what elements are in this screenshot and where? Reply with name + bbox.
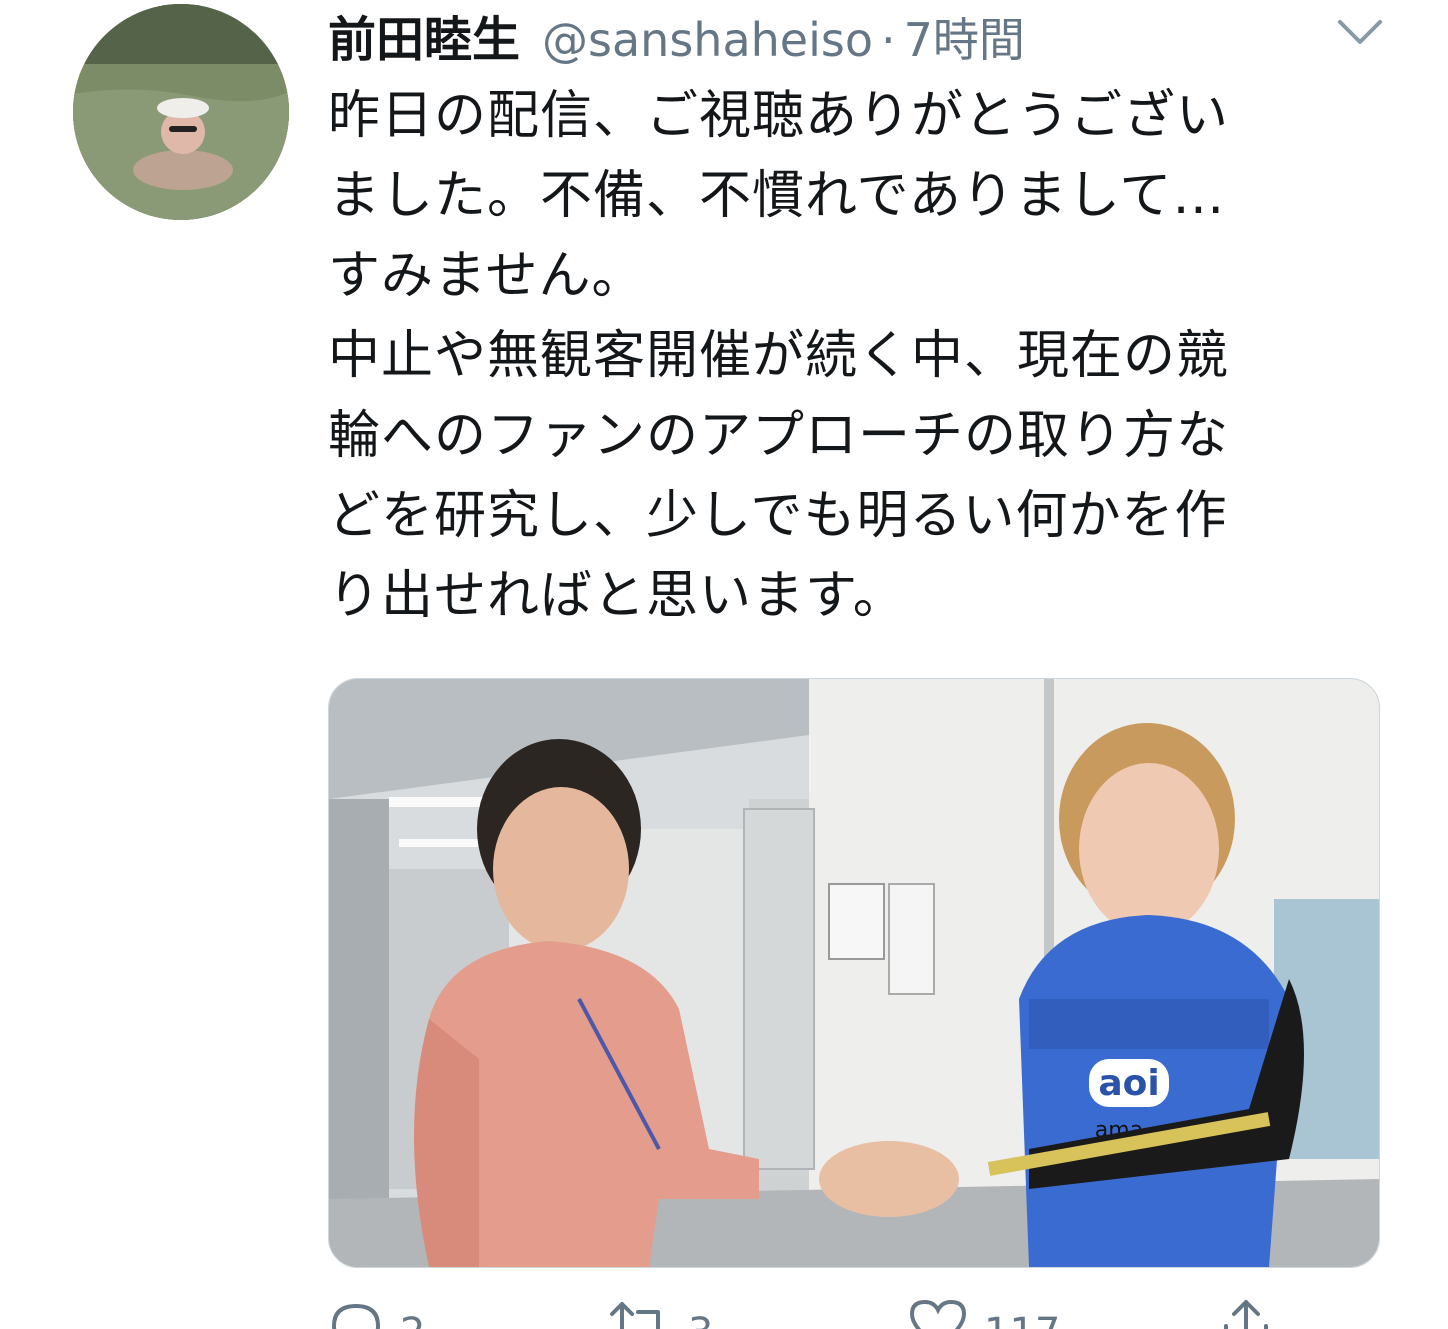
chevron-down-icon[interactable]: [1334, 12, 1386, 52]
photo-handshake: aoi ama: [329, 679, 1379, 1267]
avatar-image: [73, 4, 289, 220]
display-name[interactable]: 前田睦生: [328, 0, 520, 70]
tweet-actions: 2 3 117: [328, 1296, 1378, 1329]
jersey-text-aoi: aoi: [1098, 1063, 1159, 1104]
handle[interactable]: @sanshaheiso: [542, 13, 873, 67]
tweet-photo[interactable]: aoi ama: [328, 678, 1380, 1268]
like-button[interactable]: 117: [908, 1296, 1060, 1329]
reply-count: 2: [400, 1310, 425, 1329]
reply-button[interactable]: 2: [328, 1296, 425, 1329]
like-icon: [909, 1299, 967, 1329]
retweet-count: 3: [688, 1310, 713, 1329]
retweet-button[interactable]: 3: [608, 1296, 713, 1329]
separator: ·: [880, 13, 896, 67]
avatar[interactable]: [73, 4, 289, 220]
tweet-header: 前田睦生 @sanshaheiso · 7時間: [328, 0, 1025, 70]
timestamp[interactable]: 7時間: [904, 4, 1025, 70]
tweet-text: 昨日の配信、ご視聴ありがとうござい ました。不備、不慣れでありまして… すみませ…: [328, 86, 1230, 626]
retweet-icon: [610, 1302, 660, 1329]
reply-icon: [331, 1303, 381, 1329]
share-icon: [1224, 1300, 1268, 1329]
share-button[interactable]: [1218, 1296, 1274, 1329]
like-count: 117: [984, 1310, 1060, 1329]
